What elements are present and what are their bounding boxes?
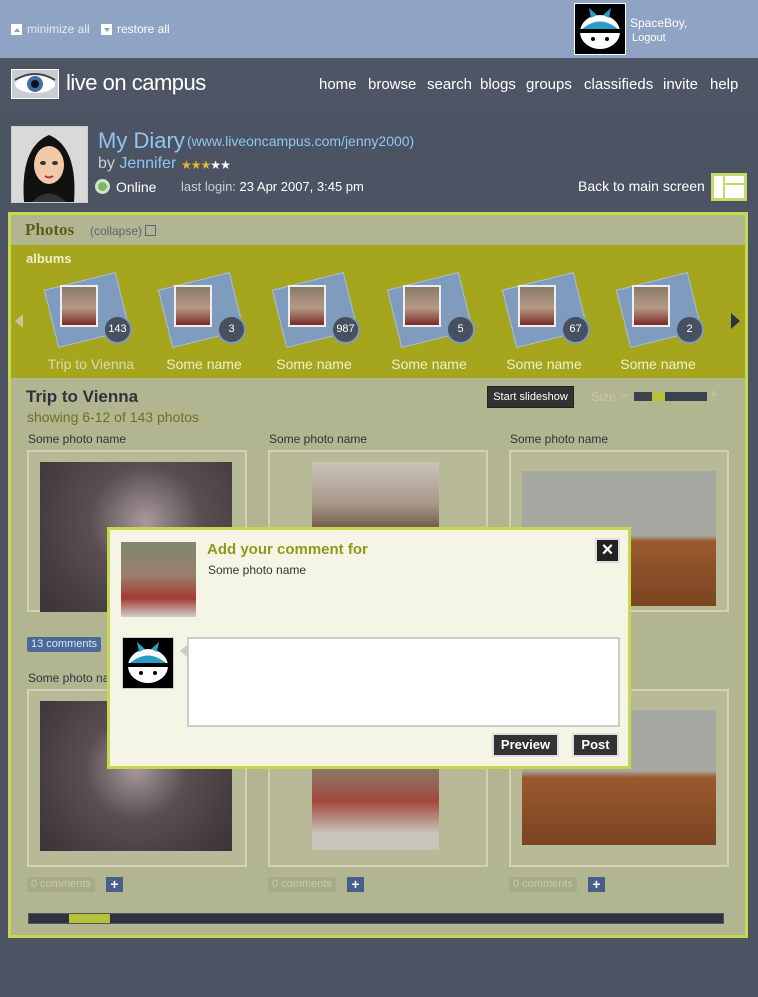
scrollbar-thumb[interactable] [69, 914, 110, 923]
diary-url-link[interactable]: (www.liveoncampus.com/jenny2000) [187, 133, 414, 149]
diary-author: by Jennifer [98, 155, 176, 173]
diary-title: My Diary [98, 128, 185, 153]
photo-image[interactable] [312, 462, 439, 532]
online-status-icon [95, 179, 110, 194]
comments-count-button[interactable]: 0 comments [268, 877, 336, 892]
logout-link[interactable]: Logout [632, 32, 666, 44]
horizontal-scrollbar[interactable] [28, 913, 724, 924]
nav-invite[interactable]: invite [663, 76, 698, 93]
comments-count-button[interactable]: 13 comments [27, 637, 102, 652]
restore-all-label: restore all [117, 22, 170, 36]
eye-logo-icon[interactable] [11, 69, 59, 99]
size-slider-handle[interactable] [652, 392, 665, 401]
album-thumbnail [288, 285, 326, 327]
minimize-all-label: minimize all [27, 22, 90, 36]
current-album-title: Trip to Vienna [26, 387, 139, 406]
nav-blogs[interactable]: blogs [480, 76, 516, 93]
nav-search[interactable]: search [427, 76, 472, 93]
album-count-badge: 3 [217, 315, 246, 344]
comments-count-button[interactable]: 0 comments [27, 877, 95, 892]
restore-all-button[interactable]: restore all [101, 22, 170, 36]
nav-home[interactable]: home [319, 76, 357, 93]
author-rating: ★★★★★ [181, 158, 231, 172]
size-decrease-icon[interactable]: − [621, 387, 629, 403]
start-slideshow-button[interactable]: Start slideshow [487, 386, 574, 408]
album-thumbnail [60, 285, 98, 327]
preview-button[interactable]: Preview [492, 733, 559, 757]
photo-name: Some photo name [510, 432, 609, 446]
nav-classifieds[interactable]: classifieds [584, 76, 653, 93]
album-name[interactable]: Trip to Vienna [36, 356, 146, 372]
star-filled-icon: ★ [190, 158, 202, 172]
size-label: Size [591, 389, 617, 404]
comments-count-button[interactable]: 0 comments [509, 877, 577, 892]
album-thumbnail [518, 285, 556, 327]
add-comment-plus-icon[interactable]: + [588, 877, 605, 892]
last-login-label: last login: [181, 179, 236, 194]
back-to-main-link[interactable]: Back to main screen [578, 178, 705, 194]
album-count-badge: 143 [103, 315, 132, 344]
album-card[interactable]: 67 [500, 271, 590, 355]
album-thumbnail [403, 285, 441, 327]
minimize-icon [11, 23, 22, 35]
comment-photo-thumbnail [121, 542, 196, 617]
album-name[interactable]: Some name [259, 356, 369, 372]
size-slider[interactable] [634, 392, 707, 401]
album-card[interactable]: 987 [270, 271, 360, 355]
layout-grid-icon[interactable] [711, 173, 747, 201]
comment-input[interactable] [187, 637, 620, 727]
nav-groups[interactable]: groups [526, 76, 572, 93]
collapse-icon[interactable] [145, 225, 156, 236]
post-button[interactable]: Post [572, 733, 619, 757]
add-comment-plus-icon[interactable]: + [347, 877, 364, 892]
album-thumbnail [174, 285, 212, 327]
comment-dialog-photo-name: Some photo name [208, 563, 307, 577]
nav-browse[interactable]: browse [368, 76, 416, 93]
size-increase-icon[interactable]: + [709, 386, 718, 403]
user-avatar[interactable] [574, 3, 626, 55]
star-filled-icon: ★ [200, 158, 212, 172]
album-thumbnail [632, 285, 670, 327]
restore-icon [101, 23, 112, 35]
photo-name: Some photo name [28, 432, 127, 446]
star-filled-icon: ★ [181, 158, 192, 172]
close-icon[interactable]: × [595, 538, 620, 563]
add-comment-plus-icon[interactable]: + [106, 877, 123, 892]
photo-count-info: showing 6-12 of 143 photos [27, 409, 200, 425]
albums-next-arrow-icon[interactable] [731, 313, 740, 329]
album-name[interactable]: Some name [374, 356, 484, 372]
site-logo-text[interactable]: live on campus [66, 70, 206, 96]
albums-prev-arrow-icon[interactable] [15, 314, 23, 328]
author-link[interactable]: Jennifer [119, 155, 176, 172]
star-empty-icon: ★ [210, 158, 221, 172]
photo-name: Some photo name [269, 432, 368, 446]
album-name[interactable]: Some name [603, 356, 713, 372]
last-login-value: 23 Apr 2007, 3:45 pm [239, 179, 364, 194]
album-name[interactable]: Some name [489, 356, 599, 372]
commenter-avatar [122, 637, 174, 689]
minimize-all-button[interactable]: minimize all [11, 22, 90, 36]
album-card[interactable]: 2 [614, 271, 704, 355]
album-count-badge: 2 [675, 315, 704, 344]
albums-label: albums [26, 251, 72, 266]
album-name[interactable]: Some name [149, 356, 259, 372]
photos-title: Photos [25, 220, 75, 239]
star-empty-icon: ★ [220, 158, 231, 172]
collapse-link[interactable]: (collapse) [90, 224, 142, 238]
profile-picture[interactable] [11, 126, 88, 203]
user-name: SpaceBoy, [630, 16, 688, 30]
online-status: Online [116, 179, 157, 195]
album-card[interactable]: 143 [42, 271, 132, 355]
album-card[interactable]: 5 [385, 271, 475, 355]
album-count-badge: 67 [561, 315, 590, 344]
album-card[interactable]: 3 [156, 271, 246, 355]
nav-help[interactable]: help [710, 76, 738, 93]
album-count-badge: 5 [446, 315, 475, 344]
by-label: by [98, 155, 115, 172]
comment-dialog-title: Add your comment for [207, 541, 368, 558]
last-login: last login: 23 Apr 2007, 3:45 pm [181, 179, 364, 194]
album-count-badge: 987 [331, 315, 360, 344]
photo-image[interactable] [312, 769, 439, 850]
